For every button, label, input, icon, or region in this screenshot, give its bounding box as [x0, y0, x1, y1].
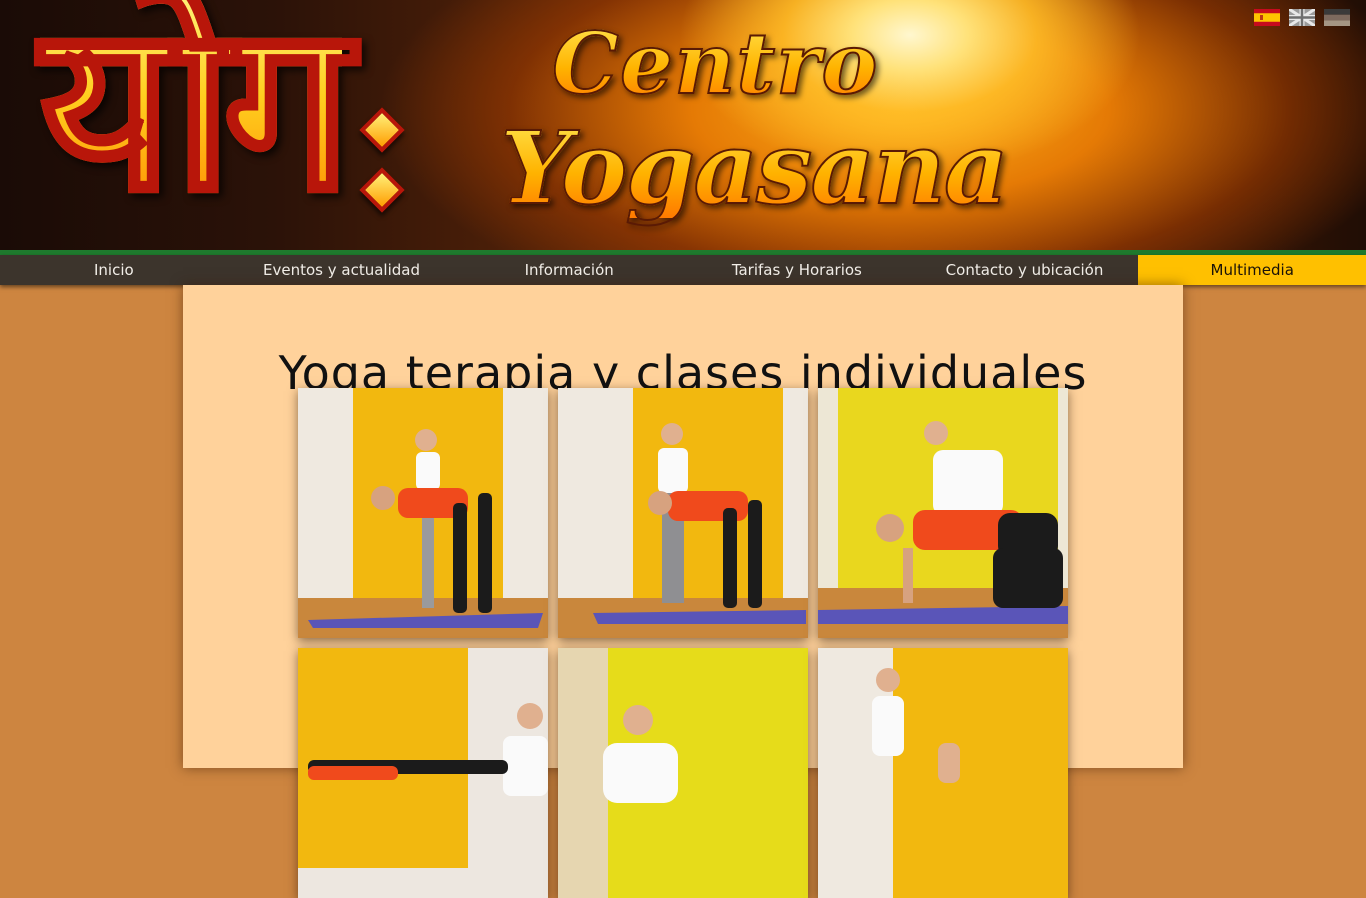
photo-forward-bend-assist: [298, 388, 548, 638]
language-switcher: [1254, 9, 1350, 26]
gallery-photo-1[interactable]: [298, 388, 548, 638]
gallery-photo-6[interactable]: [818, 648, 1068, 898]
gallery-photo-3[interactable]: [818, 388, 1068, 638]
header-banner: योग Centro Yogasana: [0, 0, 1366, 250]
nav-item-contacto[interactable]: Contacto y ubicación: [911, 255, 1139, 285]
site-title-line1: Centro: [551, 14, 879, 113]
photo-forward-bend-shoulders: [558, 388, 808, 638]
spain-flag-icon[interactable]: [1254, 9, 1280, 26]
nav-item-tarifas[interactable]: Tarifas y Horarios: [683, 255, 911, 285]
nav-item-eventos[interactable]: Eventos y actualidad: [228, 255, 456, 285]
photo-prone-pose: [298, 648, 548, 898]
nav-item-multimedia[interactable]: Multimedia: [1138, 255, 1366, 285]
nav-item-inicio[interactable]: Inicio: [0, 255, 228, 285]
gallery-photo-2[interactable]: [558, 388, 808, 638]
nav-item-informacion[interactable]: Información: [455, 255, 683, 285]
logo-visarga-top: [359, 107, 405, 153]
photo-standing-assist: [818, 648, 1068, 898]
photo-seated-teacher: [558, 648, 808, 898]
site-title-line2: Yogasana: [499, 109, 1010, 227]
uk-flag-icon[interactable]: [1289, 9, 1315, 26]
photo-table-pose: [818, 388, 1068, 638]
logo-visarga-bottom: [359, 167, 405, 213]
logo-sanskrit-yoga: योग: [37, 0, 354, 225]
main-content: Yoga terapia y clases individuales: [183, 285, 1183, 898]
germany-flag-icon[interactable]: [1324, 9, 1350, 26]
gallery-photo-5[interactable]: [558, 648, 808, 898]
gallery-photo-4[interactable]: [298, 648, 548, 898]
main-nav: Inicio Eventos y actualidad Información …: [0, 255, 1366, 285]
